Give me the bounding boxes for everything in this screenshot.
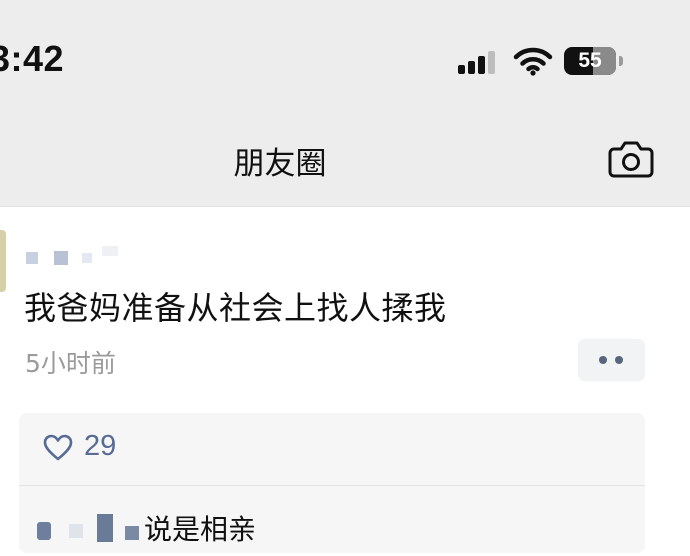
- battery-tip: [619, 56, 623, 66]
- navigation-bar: 朋友圈: [0, 118, 690, 207]
- avatar[interactable]: [0, 230, 6, 292]
- likes-comments-panel: 29 说是相亲: [19, 413, 645, 553]
- status-time: 3:42: [0, 38, 65, 79]
- cellular-signal-icon: [458, 50, 498, 74]
- more-options-button[interactable]: [578, 339, 645, 381]
- wifi-icon: [513, 47, 553, 76]
- username-blurred[interactable]: [22, 246, 122, 268]
- page-title: 朋友圈: [233, 146, 327, 182]
- comment-text: 说是相亲: [144, 513, 257, 546]
- more-dots-icon: [599, 356, 607, 364]
- comment-item[interactable]: 说是相亲: [19, 486, 645, 556]
- camera-icon[interactable]: [606, 138, 656, 180]
- likes-row[interactable]: 29: [19, 413, 645, 486]
- battery-level: 55: [578, 49, 602, 72]
- post-text: 我爸妈准备从社会上找人揉我: [24, 289, 447, 327]
- like-count: 29: [84, 430, 117, 462]
- battery-icon: 55: [564, 47, 616, 75]
- heart-icon: [43, 434, 73, 461]
- commenter-name-blurred[interactable]: [37, 512, 147, 542]
- post-timestamp: 5小时前: [25, 349, 116, 378]
- status-bar: 3:42 55: [0, 0, 690, 118]
